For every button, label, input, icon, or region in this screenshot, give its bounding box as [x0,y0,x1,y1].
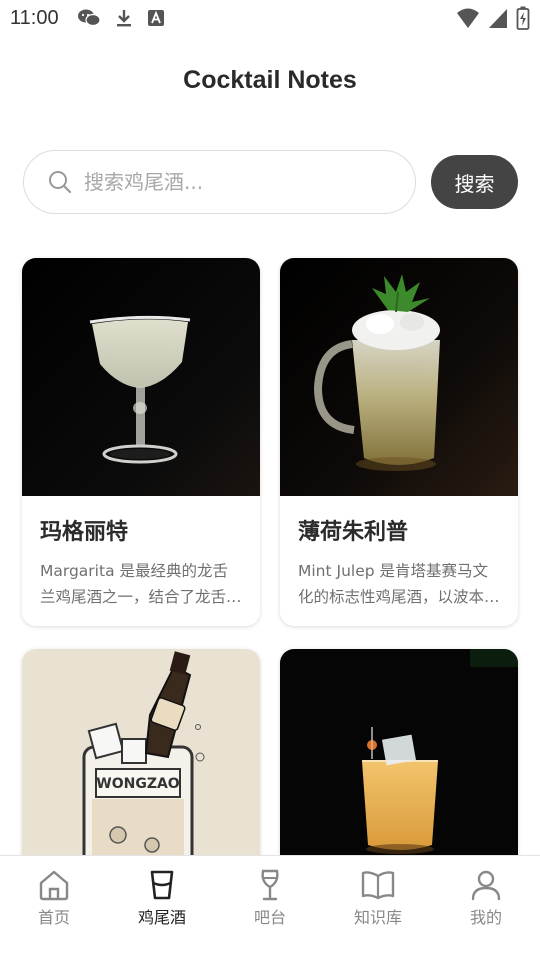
nav-label: 鸡尾酒 [137,908,186,927]
status-bar: 11:00 [0,0,540,36]
cocktail-description: Mint Julep 是肯塔基赛马文化的标志性鸡尾酒，以波本威士忌和新鲜薄荷调制… [298,562,500,606]
person-icon [469,868,503,902]
download-icon [115,8,133,28]
search-button[interactable]: 搜索 [431,155,518,209]
cocktail-card-mint-julep[interactable]: 薄荷朱利普 Mint Julep 是肯塔基赛马文化的标志性鸡尾酒，以波本威士忌和… [280,258,518,626]
font-app-icon [147,9,165,27]
search-input[interactable] [84,170,384,194]
notification-icons [77,8,165,28]
signal-icon [488,7,508,29]
battery-icon [516,6,530,30]
home-icon [37,868,71,902]
cocktail-name: 玛格丽特 [40,520,129,545]
cocktail-card-3[interactable]: WONGZAO [22,649,260,887]
nav-item-knowledge[interactable]: 知识库 [324,856,432,960]
mint-julep-mug-image [280,258,518,496]
nav-label: 我的 [469,908,502,927]
baileys-milk-image: WONGZAO [22,649,260,887]
book-icon [360,868,396,902]
nav-item-cocktails[interactable]: 鸡尾酒 [108,856,216,960]
wine-glass-icon [253,868,287,902]
cocktail-name: 薄荷朱利普 [298,520,409,545]
system-icons [456,6,530,30]
cocktail-description: Margarita 是最经典的龙舌兰鸡尾酒之一，结合了龙舌兰酒、青柠汁与橙味利口… [40,562,242,606]
nav-item-profile[interactable]: 我的 [432,856,540,960]
wechat-icon [77,8,101,28]
cocktail-card-margarita[interactable]: 玛格丽特 Margarita 是最经典的龙舌兰鸡尾酒之一，结合了龙舌兰酒、青柠汁… [22,258,260,626]
rocks-glass-cocktail-image [280,649,518,887]
nav-label: 吧台 [253,908,286,927]
nav-label: 知识库 [353,908,402,927]
margarita-glass-image [22,258,260,496]
page-title: Cocktail Notes [183,66,357,94]
status-time: 11:00 [10,6,59,29]
nav-label: 首页 [37,908,70,927]
cocktail-card-4[interactable] [280,649,518,887]
cocktail-glass-icon [145,868,179,902]
search-field[interactable] [23,150,416,214]
wifi-icon [456,7,480,29]
nav-item-bar[interactable]: 吧台 [216,856,324,960]
wongzao-label: WONGZAO [96,776,180,792]
nav-item-home[interactable]: 首页 [0,856,108,960]
search-icon [48,170,72,194]
bottom-nav: 首页 鸡尾酒 吧台 知识库 我的 [0,855,540,960]
